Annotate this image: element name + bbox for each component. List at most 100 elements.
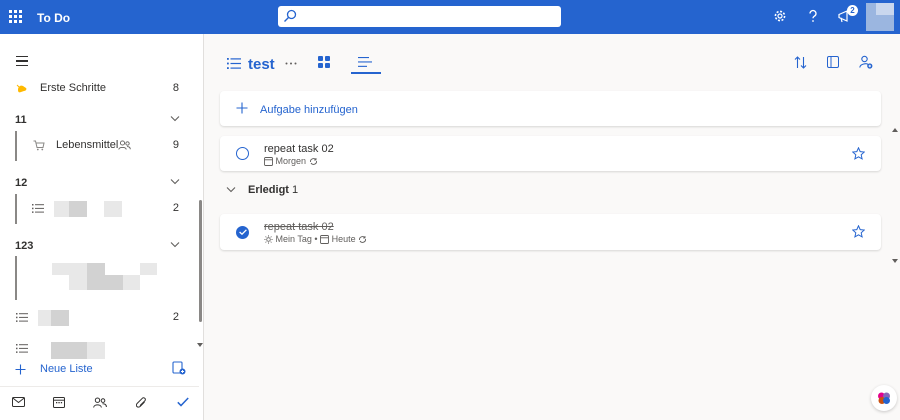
redacted-label <box>38 310 51 326</box>
sidebar-item-count: 8 <box>172 82 179 94</box>
redacted-item <box>52 263 87 275</box>
search-input[interactable] <box>300 8 550 24</box>
sidebar-item-erste-schritte[interactable]: Erste Schritte 8 <box>0 78 199 100</box>
repeat-icon <box>309 158 317 165</box>
chevron-down-icon[interactable] <box>170 178 180 185</box>
search-box[interactable] <box>278 6 561 27</box>
redacted-item <box>123 275 140 290</box>
group-label: 123 <box>15 240 34 252</box>
redacted-label <box>69 201 87 217</box>
my-day-label: Mein Tag <box>275 234 312 244</box>
star-icon[interactable] <box>852 147 865 160</box>
redacted-label <box>51 310 69 326</box>
due-date: Morgen <box>275 156 307 166</box>
task-title: repeat task 02 <box>264 221 334 233</box>
calendar-icon <box>264 157 273 167</box>
list-icon <box>227 58 241 69</box>
chevron-down-icon[interactable] <box>170 241 180 248</box>
redacted-label <box>54 201 69 217</box>
task-meta: Morgen <box>264 156 318 167</box>
list-view-icon <box>358 57 372 67</box>
star-icon[interactable] <box>852 225 865 238</box>
group-label: 11 <box>15 114 27 126</box>
complete-checkbox[interactable] <box>236 147 249 160</box>
notification-badge: 2 <box>847 5 858 16</box>
due-date: Heute <box>331 234 356 244</box>
scroll-down-arrow[interactable] <box>892 259 898 263</box>
more-options-icon[interactable] <box>285 62 297 65</box>
add-task-label: Aufgabe hinzufügen <box>260 104 358 116</box>
search-icon[interactable] <box>283 9 297 23</box>
copilot-button[interactable] <box>871 385 897 411</box>
sidebar-item-label: Lebensmittel <box>56 139 119 151</box>
sidebar: Erste Schritte 8 11 Lebensmittel 9 12 2 … <box>0 34 204 420</box>
task-title: repeat task 02 <box>264 143 334 155</box>
top-bar: To Do 2 <box>0 0 900 34</box>
group-indent-line <box>15 256 17 300</box>
sun-icon <box>264 235 273 244</box>
attachment-icon[interactable] <box>136 397 147 409</box>
active-tab-underline <box>351 72 381 74</box>
grid-view-icon[interactable] <box>318 56 330 68</box>
list-icon <box>16 344 28 353</box>
task-item-completed[interactable]: repeat task 02 Mein Tag • Heute <box>220 214 881 250</box>
sidebar-item-list[interactable]: 2 <box>0 198 199 220</box>
mail-icon[interactable] <box>12 397 25 407</box>
scroll-up-arrow[interactable] <box>892 128 898 132</box>
people-icon[interactable] <box>93 397 107 408</box>
hamburger-menu-icon[interactable] <box>16 56 28 69</box>
completed-label: Erledigt <box>248 184 289 196</box>
todo-check-icon[interactable] <box>177 397 189 407</box>
sort-icon[interactable] <box>794 56 807 69</box>
help-icon[interactable] <box>807 9 819 23</box>
list-view-tab[interactable] <box>351 52 381 74</box>
sidebar-item-list[interactable]: 2 <box>0 307 199 329</box>
group-11[interactable]: 11 <box>0 110 199 130</box>
group-123[interactable]: 123 <box>0 236 199 256</box>
list-icon <box>32 204 44 213</box>
redacted-label <box>51 342 87 359</box>
add-task-bar[interactable]: Aufgabe hinzufügen <box>220 91 881 126</box>
calendar-icon <box>320 235 330 245</box>
sidebar-scrollbar[interactable] <box>199 200 202 322</box>
bottom-nav <box>0 386 199 420</box>
check-icon <box>238 229 247 236</box>
sidebar-item-list[interactable] <box>0 339 199 359</box>
redacted-label <box>104 201 122 217</box>
sidebar-item-lebensmittel[interactable]: Lebensmittel 9 <box>0 135 199 157</box>
gear-icon[interactable] <box>773 9 787 23</box>
calendar-icon[interactable] <box>53 397 65 408</box>
cart-icon <box>33 140 45 151</box>
new-group-icon[interactable] <box>172 361 186 375</box>
details-pane-icon[interactable] <box>827 56 839 68</box>
redacted-item <box>87 275 123 290</box>
sidebar-item-label: Erste Schritte <box>40 82 107 94</box>
app-launcher-icon[interactable] <box>9 10 22 23</box>
chevron-down-icon[interactable] <box>170 115 180 122</box>
group-label: 12 <box>15 177 28 189</box>
share-person-icon[interactable] <box>859 55 873 69</box>
complete-checkbox[interactable] <box>236 226 249 239</box>
plus-icon <box>236 102 248 114</box>
new-list-button[interactable]: Neue Liste <box>15 362 185 378</box>
new-list-label: Neue Liste <box>40 363 93 375</box>
app-title[interactable]: To Do <box>37 11 70 25</box>
group-12[interactable]: 12 <box>0 173 199 193</box>
task-item[interactable]: repeat task 02 Morgen <box>220 136 881 171</box>
redacted-item <box>140 263 157 275</box>
brain-icon <box>878 392 890 404</box>
shared-people-icon <box>118 140 131 150</box>
redacted-item <box>87 263 105 275</box>
sidebar-item-count: 2 <box>172 311 179 323</box>
wave-icon <box>16 84 27 93</box>
repeat-icon <box>359 236 367 243</box>
list-icon <box>16 313 28 322</box>
redacted-item <box>69 275 87 290</box>
list-title[interactable]: test <box>248 56 275 73</box>
completed-count: 1 <box>292 184 299 196</box>
sidebar-item-count: 2 <box>172 202 179 214</box>
scroll-down-arrow[interactable] <box>197 343 203 347</box>
meta-separator: • <box>314 234 318 244</box>
avatar[interactable] <box>866 3 894 31</box>
redacted-label <box>87 342 105 359</box>
